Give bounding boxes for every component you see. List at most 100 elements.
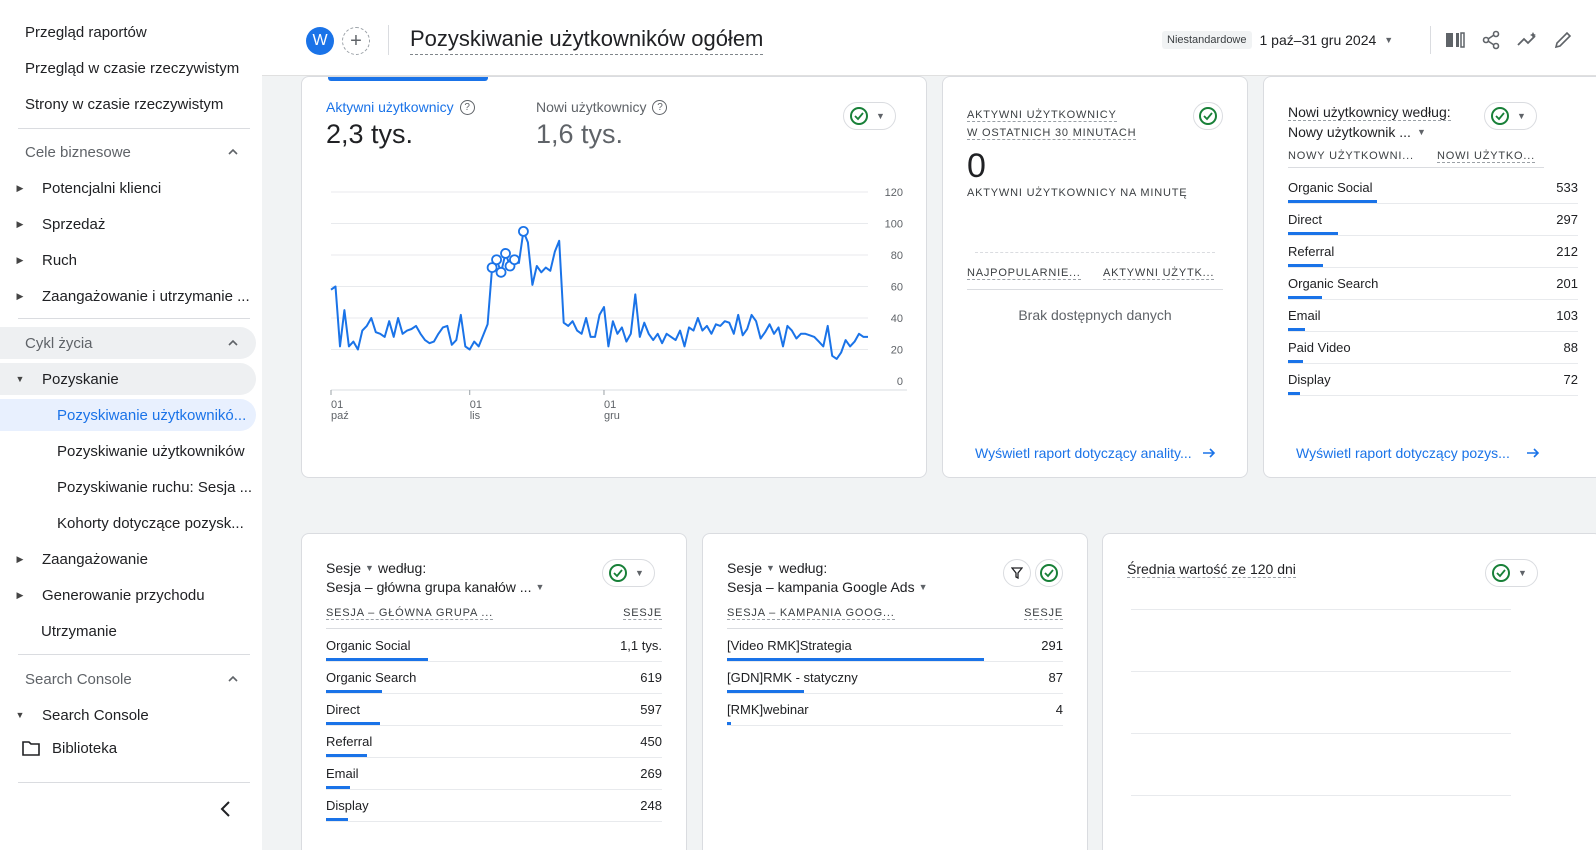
filter-button[interactable] [1003,559,1031,587]
card-status-dropdown[interactable]: ▼ [602,559,655,587]
realtime-title: AKTYWNI UŻYTKOWNICY W OSTATNICH 30 MINUT… [967,105,1137,141]
title-suffix: według: [377,560,427,576]
comparison-avatar[interactable]: W [306,27,334,55]
section-lifecycle[interactable]: Cykl życia [0,327,256,359]
link-label: Wyświetl raport dotyczący pozys... [1296,445,1510,461]
nav-user-acquisition[interactable]: Pozyskiwanie użytkowników [0,435,256,467]
nav-acquisition-cohorts[interactable]: Kohorty dotyczące pozysk... [0,507,256,539]
nav-sales[interactable]: ▶ Sprzedaż [0,208,256,240]
arrow-right-icon [1526,448,1539,458]
realtime-card: AKTYWNI UŻYTKOWNICY W OSTATNICH 30 MINUT… [942,76,1248,478]
table-row[interactable]: Email 103 [1288,300,1578,332]
y-tick-label: 60 [891,282,903,294]
table-row[interactable]: Direct 297 [1288,204,1578,236]
nav-engagement-retention[interactable]: ▶ Zaangażowanie i utrzymanie ... [0,280,256,312]
card-status-button[interactable] [1193,102,1223,130]
dropdown-arrow-icon: ▼ [1384,35,1394,45]
nav-library[interactable]: Biblioteka [0,732,256,764]
divider [326,628,662,629]
row-value: 450 [640,734,662,749]
sessions-by-channel-card: Sesje ▼ według: Sesja – główna grupa kan… [301,533,687,850]
nav-label: Przegląd w czasie rzeczywistym [25,59,240,77]
title-line: W OSTATNICH 30 MINUTACH [967,127,1137,140]
grid-line [1131,733,1511,734]
new-users-card: Nowi użytkownicy według: Nowy użytkownik… [1263,76,1596,478]
caret-right-icon: ▶ [16,553,24,564]
grid-line [1131,795,1511,796]
table-row[interactable]: Organic Social 1,1 tys. [326,630,662,662]
date-range-picker[interactable]: Niestandardowe 1 paź–31 gru 2024 ▼ [1162,29,1393,51]
card-status-dropdown[interactable]: ▼ [1484,102,1537,130]
table-row[interactable]: Direct 597 [326,694,662,726]
edit-icon[interactable] [1551,28,1575,52]
share-icon[interactable] [1479,28,1503,52]
dimension-selector[interactable]: Nowy użytkownik ... ▼ [1288,124,1451,140]
metric-selector[interactable]: Sesje ▼ według: [727,560,928,576]
card-status-dropdown[interactable]: ▼ [1485,559,1538,587]
realtime-report-link[interactable]: Wyświetl raport dotyczący anality... [975,445,1216,461]
nav-acquisition[interactable]: ▼ Pozyskanie [0,363,256,395]
row-value: 297 [1556,212,1578,227]
table-row[interactable]: Organic Search 201 [1288,268,1578,300]
card-status-button[interactable] [1035,559,1063,587]
row-divider [727,725,1063,726]
line-chart: 12010080604020001paź01lis01gru [330,187,907,422]
nav-search-console[interactable]: ▼ Search Console [0,699,256,731]
nav-monetization[interactable]: ▶ Generowanie przychodu [0,579,256,611]
no-data-message: Brak dostępnych danych [1018,307,1172,323]
data-point [491,254,502,266]
table-row[interactable]: Referral 450 [326,726,662,758]
metric-selector[interactable]: Sesje ▼ według: [326,560,544,576]
table-row[interactable]: Display 248 [326,790,662,822]
nav-label: Zaangażowanie i utrzymanie ... [42,287,250,305]
dimension-selector[interactable]: Sesja – kampania Google Ads ▼ [727,579,928,595]
check-icon [1040,564,1058,582]
nav-reports-overview[interactable]: Przegląd raportów [0,16,256,48]
dimension-selector[interactable]: Sesja – główna grupa kanałów ... ▼ [326,579,544,595]
compare-columns-icon[interactable] [1443,28,1467,52]
nav-user-acquisition-overview[interactable]: Pozyskiwanie użytkownikó... [0,399,256,431]
row-label: Email [1288,308,1321,323]
table-row[interactable]: Email 269 [326,758,662,790]
row-value: 533 [1556,180,1578,195]
nav-label: Pozyskiwanie użytkowników [57,442,245,460]
filter-icon [1011,567,1023,579]
nav-retention[interactable]: Utrzymanie [0,615,256,647]
column-header: SESJE [623,607,662,620]
row-label: Organic Search [1288,276,1379,291]
nav-traffic[interactable]: ▶ Ruch [0,244,256,276]
realtime-value: 0 [967,147,986,185]
table-row[interactable]: [Video RMK]Strategia 291 [727,630,1063,662]
table-row[interactable]: Organic Social 533 [1288,172,1578,204]
nav-potential-clients[interactable]: ▶ Potencjalni klienci [0,172,256,204]
table-row[interactable]: Paid Video 88 [1288,332,1578,364]
acquisition-report-link[interactable]: Wyświetl raport dotyczący pozys... [1296,445,1540,461]
divider [727,628,1063,629]
y-tick-label: 40 [891,313,903,325]
chevron-up-icon [228,675,238,682]
data-point [518,225,529,237]
caret-right-icon: ▶ [16,218,24,229]
table-row[interactable]: [GDN]RMK - statyczny 87 [727,662,1063,694]
nav-label: Search Console [42,706,149,724]
table-row[interactable]: Organic Search 619 [326,662,662,694]
section-business-goals[interactable]: Cele biznesowe [0,136,256,168]
add-comparison-button[interactable]: + [342,27,370,55]
nav-traffic-acquisition[interactable]: Pozyskiwanie ruchu: Sesja ... [0,471,256,503]
nav-realtime-overview[interactable]: Przegląd w czasie rzeczywistym [0,52,256,84]
nav-realtime-pages[interactable]: Strony w czasie rzeczywistym [0,88,256,120]
section-search-console[interactable]: Search Console [0,663,256,695]
nav-label: Ruch [42,251,78,269]
row-label: Organic Social [326,638,411,653]
table-row[interactable]: Display 72 [1288,364,1578,396]
collapse-sidebar-icon[interactable] [218,800,234,818]
nav-label: Sprzedaż [42,215,106,233]
data-point [500,248,511,259]
nav-engagement[interactable]: ▶ Zaangażowanie [0,543,256,575]
column-header: SESJA – GŁÓWNA GRUPA ... [326,607,493,620]
insights-icon[interactable] [1515,28,1539,52]
table-row[interactable]: Referral 212 [1288,236,1578,268]
y-tick-label: 120 [885,187,903,199]
row-divider [1288,395,1578,396]
table-row[interactable]: [RMK]webinar 4 [727,694,1063,726]
